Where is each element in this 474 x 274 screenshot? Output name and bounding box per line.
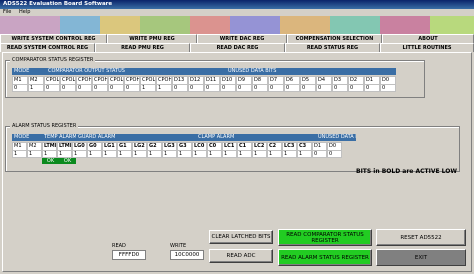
read-label: READ bbox=[112, 243, 126, 249]
comparator-bit-value: 0 bbox=[92, 84, 108, 92]
alarm-bit-value: 1 bbox=[162, 150, 177, 158]
comparator-bit-value: 0 bbox=[252, 84, 268, 92]
alarm-clamp-header: CLAMP ALARM bbox=[196, 134, 316, 141]
read-comparator-status-button[interactable]: READ COMPARATOR STATUS REGISTER bbox=[278, 229, 372, 246]
alarm-bit-value: 1 bbox=[27, 150, 42, 158]
alarm-temp-header: TEMP ALARM bbox=[42, 134, 76, 141]
alarm-bit-value: 0 bbox=[327, 150, 342, 158]
comparator-bit-value: 0 bbox=[348, 84, 364, 92]
comparator-bit-value: 0 bbox=[124, 84, 140, 92]
window-title: ADS522 Evaluation Board Software bbox=[0, 0, 474, 9]
alarm-bit-value: 1 bbox=[147, 150, 162, 158]
comparator-values: 010000001100000000000000 bbox=[12, 84, 396, 92]
comparator-bit-value: 0 bbox=[236, 84, 252, 92]
active-low-note: BITS in BOLD are ACTIVE LOW bbox=[356, 168, 457, 175]
clear-latched-bits-button[interactable]: CLEAR LATCHED BITS bbox=[209, 230, 273, 244]
comparator-mode-header: MODE bbox=[12, 68, 46, 75]
comparator-bit-value: 0 bbox=[76, 84, 92, 92]
comparator-bit-value: 0 bbox=[108, 84, 124, 92]
tab-about[interactable]: ABOUT bbox=[382, 34, 474, 43]
alarm-bit-value: 1 bbox=[237, 150, 252, 158]
comparator-bit-value: 0 bbox=[220, 84, 236, 92]
alarm-group-title: ALARM STATUS REGISTER bbox=[10, 123, 79, 130]
comparator-bit-value: 0 bbox=[44, 84, 60, 92]
alarm-bit-value: 1 bbox=[207, 150, 222, 158]
exit-button[interactable]: EXIT bbox=[376, 249, 466, 266]
alarm-bit-value: 1 bbox=[132, 150, 147, 158]
alarm-bit-value: 1 bbox=[102, 150, 117, 158]
alarm-headers: MODE TEMP ALARM GUARD ALARM CLAMP ALARM … bbox=[12, 134, 356, 141]
tab-read-pmu-reg[interactable]: READ PMU REG bbox=[95, 43, 190, 52]
comparator-bit-value: 0 bbox=[300, 84, 316, 92]
comparator-bit-value: 0 bbox=[268, 84, 284, 92]
ok-indicator: OK bbox=[59, 158, 76, 164]
tab-row-top: WRITE SYSTEM CONTROL REG WRITE PMU REG W… bbox=[0, 34, 474, 43]
comparator-bit-value: 1 bbox=[156, 84, 172, 92]
alarm-bit-value: 1 bbox=[42, 150, 57, 158]
tab-write-system-control-reg[interactable]: WRITE SYSTEM CONTROL REG bbox=[0, 34, 107, 43]
alarm-bit-value: 1 bbox=[297, 150, 312, 158]
tab-little-routines[interactable]: LITTLE ROUTINES bbox=[380, 43, 474, 52]
reset-ad5522-button[interactable]: RESET AD5522 bbox=[376, 229, 466, 246]
alarm-bit-value: 1 bbox=[192, 150, 207, 158]
comparator-bit-value: 1 bbox=[28, 84, 44, 92]
menu-file[interactable]: File bbox=[3, 9, 11, 15]
alarm-unused-header: UNUSED DATA BITS bbox=[316, 134, 356, 141]
read-box: READ FFFFD0 bbox=[112, 243, 146, 260]
alarm-bit-value: 1 bbox=[267, 150, 282, 158]
read-adc-button[interactable]: READ ADC bbox=[209, 249, 273, 263]
alarm-ok-indicators: OK OK bbox=[42, 158, 76, 164]
write-label: WRITE bbox=[170, 243, 187, 249]
tab-write-pmu-reg[interactable]: WRITE PMU REG bbox=[107, 34, 197, 43]
comparator-bit-value: 0 bbox=[332, 84, 348, 92]
alarm-bit-value: 1 bbox=[117, 150, 132, 158]
comparator-output-header: COMPARATOR OUTPUT STATUS bbox=[46, 68, 226, 75]
tab-read-system-control-reg[interactable]: READ SYSTEM CONTROL REG bbox=[0, 43, 95, 52]
comparator-bit-value: 0 bbox=[12, 84, 28, 92]
read-value-field: FFFFD0 bbox=[112, 250, 146, 260]
alarm-bit-value: 1 bbox=[252, 150, 267, 158]
alarm-values: 1111111111111111111100 bbox=[12, 150, 342, 158]
alarm-bit-value: 1 bbox=[222, 150, 237, 158]
alarm-bit-value: 1 bbox=[57, 150, 72, 158]
tab-write-dac-reg[interactable]: WRITE DAC REG bbox=[197, 34, 287, 43]
alarm-mode-header: MODE bbox=[12, 134, 42, 141]
alarm-bit-value: 1 bbox=[87, 150, 102, 158]
comparator-bit-value: 0 bbox=[172, 84, 188, 92]
comparator-group-title: COMPARATOR STATUS REGISTER bbox=[10, 57, 96, 64]
alarm-bit-value: 0 bbox=[312, 150, 327, 158]
comparator-bit-value: 0 bbox=[60, 84, 76, 92]
comparator-bit-value: 0 bbox=[380, 84, 396, 92]
alarm-bit-value: 1 bbox=[72, 150, 87, 158]
comparator-bit-value: 0 bbox=[316, 84, 332, 92]
comparator-headers: MODE COMPARATOR OUTPUT STATUS UNUSED DAT… bbox=[12, 68, 396, 75]
tab-read-dac-reg[interactable]: READ DAC REG bbox=[190, 43, 285, 52]
comparator-bit-value: 0 bbox=[284, 84, 300, 92]
write-value-field: 10C0000 bbox=[170, 250, 204, 260]
alarm-guard-header: GUARD ALARM bbox=[76, 134, 196, 141]
comparator-bit-value: 0 bbox=[204, 84, 220, 92]
comparator-bit-value: 0 bbox=[364, 84, 380, 92]
tab-row-bottom: READ SYSTEM CONTROL REG READ PMU REG REA… bbox=[0, 43, 474, 53]
menu-bar: File Help bbox=[0, 9, 474, 16]
alarm-bit-value: 1 bbox=[177, 150, 192, 158]
tab-compensation-selection[interactable]: COMPENSATION SELECTION bbox=[287, 34, 382, 43]
comparator-unused-header: UNUSED DATA BITS bbox=[226, 68, 396, 75]
comparator-bit-value: 1 bbox=[140, 84, 156, 92]
alarm-bit-value: 1 bbox=[282, 150, 297, 158]
read-alarm-status-button[interactable]: READ ALARM STATUS REGISTER bbox=[278, 249, 372, 266]
comparator-bit-value: 0 bbox=[188, 84, 204, 92]
ok-indicator: OK bbox=[42, 158, 59, 164]
menu-help[interactable]: Help bbox=[19, 9, 30, 15]
alarm-bit-value: 1 bbox=[12, 150, 27, 158]
write-box: WRITE 10C0000 bbox=[170, 243, 204, 260]
